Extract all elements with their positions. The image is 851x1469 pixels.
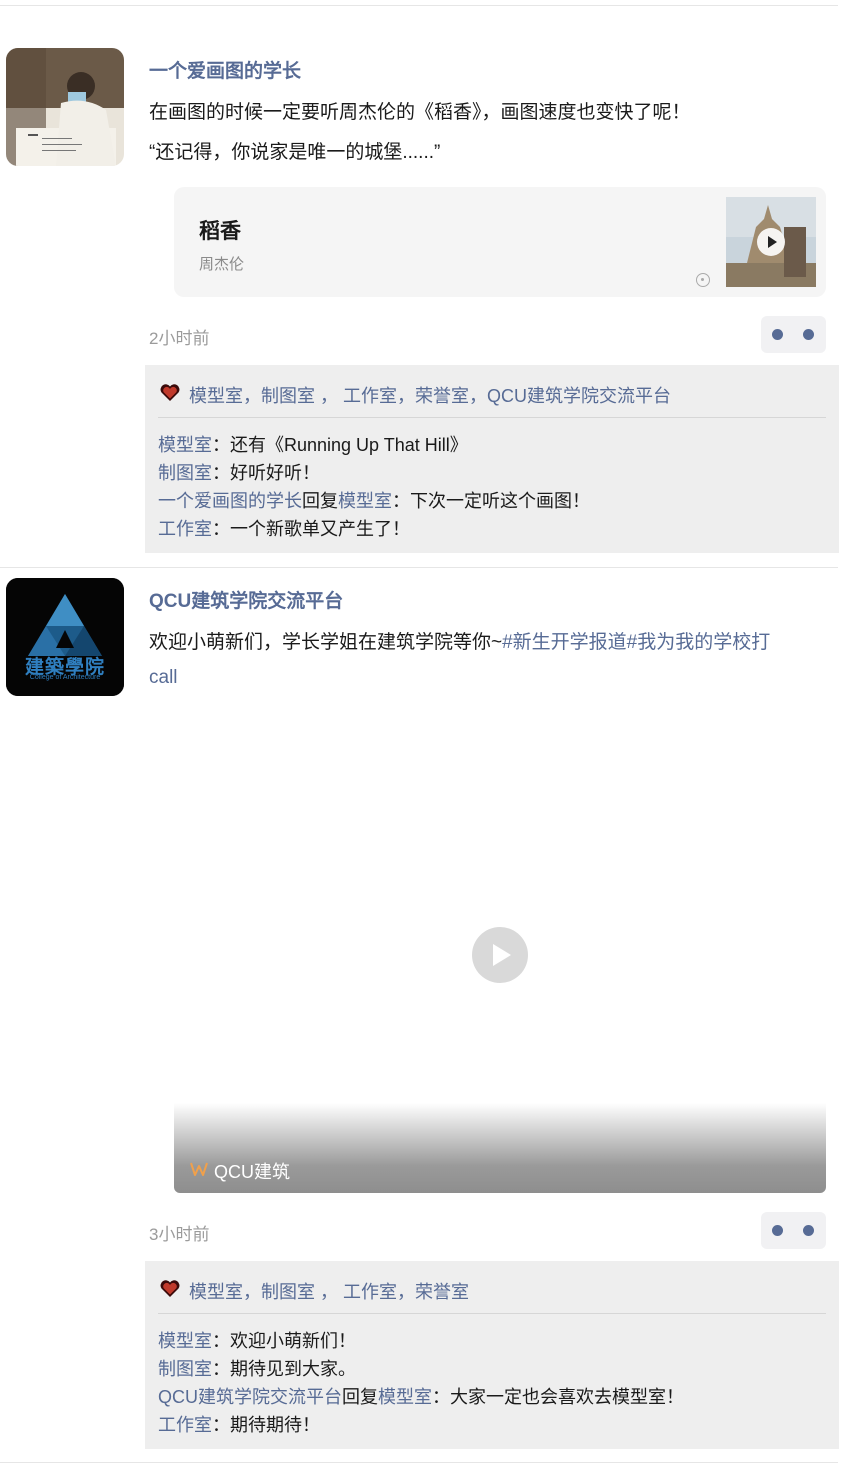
post-text-line: 欢迎小萌新们，学长学姐在建筑学院等你~#新生开学报道#我为我的学校打 — [149, 627, 770, 654]
author-avatar[interactable]: 建築學院 College of Architecture — [6, 578, 124, 696]
comment-item[interactable]: 制图室：好听好听！ — [158, 459, 320, 485]
top-divider — [0, 5, 838, 6]
author-name[interactable]: QCU建筑学院交流平台 — [149, 586, 343, 613]
post-divider — [0, 567, 838, 568]
reply-word: 回复 — [302, 491, 338, 511]
comment-text: ：还有《Running Up That Hill》 — [212, 435, 468, 455]
like-heart-icon — [160, 1280, 180, 1297]
avatar-photo — [6, 48, 124, 166]
post-time: 3小时前 — [149, 1225, 210, 1244]
likes-list[interactable]: 模型室，制图室 ， 工作室，荣誉室 — [189, 1278, 469, 1304]
video-channel-icon — [190, 1162, 208, 1176]
reply-word: 回复 — [342, 1387, 378, 1407]
music-card[interactable]: 稻香 周杰伦 — [174, 187, 826, 297]
comment-item[interactable]: 工作室：期待期待！ — [158, 1411, 320, 1437]
comment-user[interactable]: 一个爱画图的学长 — [158, 491, 302, 511]
comment-user[interactable]: 工作室 — [158, 1415, 212, 1435]
likes-comments-box: 模型室，制图室 ， 工作室，荣誉室，QCU建筑学院交流平台 模型室：还有《Run… — [145, 365, 839, 553]
comment-text: ：一个新歌单又产生了！ — [212, 519, 410, 539]
video-card[interactable]: QCU建筑 — [174, 710, 826, 1193]
dot — [803, 329, 814, 340]
comment-text: ：期待见到大家。 — [212, 1359, 356, 1379]
more-dots-icon[interactable] — [761, 1212, 826, 1249]
comment-divider — [158, 1313, 826, 1314]
comment-item[interactable]: 模型室：还有《Running Up That Hill》 — [158, 431, 468, 457]
logo-subtext: College of Architecture — [29, 674, 101, 681]
dot — [772, 329, 783, 340]
bottom-divider — [0, 1462, 838, 1463]
reply-to-user[interactable]: 模型室 — [338, 491, 392, 511]
comment-text: ：大家一定也会喜欢去模型室！ — [432, 1387, 684, 1407]
comment-user[interactable]: 工作室 — [158, 519, 212, 539]
video-channel-name[interactable]: QCU建筑 — [214, 1158, 290, 1184]
reply-to-user[interactable]: 模型室 — [378, 1387, 432, 1407]
comment-item[interactable]: 模型室：欢迎小萌新们！ — [158, 1327, 356, 1353]
music-artist: 周杰伦 — [199, 256, 245, 273]
comment-user[interactable]: QCU建筑学院交流平台 — [158, 1387, 342, 1407]
music-cover — [726, 197, 816, 287]
more-dots-icon[interactable] — [761, 316, 826, 353]
comment-item[interactable]: 工作室：一个新歌单又产生了！ — [158, 515, 410, 541]
comment-text: ：期待期待！ — [212, 1415, 320, 1435]
comment-text: ：欢迎小萌新们！ — [212, 1331, 356, 1351]
post-text-line: “还记得，你说家是唯一的城堡......” — [149, 142, 441, 163]
topic-tags[interactable]: #新生开学报道#我为我的学校打 — [502, 632, 770, 653]
likes-comments-box: 模型室，制图室 ， 工作室，荣誉室 模型室：欢迎小萌新们！ 制图室：期待见到大家… — [145, 1261, 839, 1449]
dot — [772, 1225, 783, 1236]
post-text-line: 在画图的时候一定要听周杰伦的《稻香》，画图速度也变快了呢！ — [149, 102, 691, 123]
author-name[interactable]: 一个爱画图的学长 — [149, 56, 301, 83]
post-time: 2小时前 — [149, 329, 210, 348]
music-title: 稻香 — [199, 220, 241, 243]
topic-tag-continued[interactable]: call — [149, 667, 178, 689]
comment-item[interactable]: QCU建筑学院交流平台回复模型室：大家一定也会喜欢去模型室！ — [158, 1383, 684, 1409]
play-icon[interactable] — [757, 228, 785, 256]
like-heart-icon — [160, 384, 180, 401]
comment-text: ：下次一定听这个画图！ — [392, 491, 590, 511]
comment-item[interactable]: 制图室：期待见到大家。 — [158, 1355, 356, 1381]
music-note-icon — [696, 273, 710, 287]
play-icon[interactable] — [472, 927, 528, 983]
post-text: 欢迎小萌新们，学长学姐在建筑学院等你~ — [149, 632, 503, 653]
comment-item[interactable]: 一个爱画图的学长回复模型室：下次一定听这个画图！ — [158, 487, 590, 513]
dot — [803, 1225, 814, 1236]
author-avatar[interactable] — [6, 48, 124, 166]
comment-text: ：好听好听！ — [212, 463, 320, 483]
comment-user[interactable]: 模型室 — [158, 1331, 212, 1351]
comment-user[interactable]: 制图室 — [158, 1359, 212, 1379]
comment-divider — [158, 417, 826, 418]
comment-user[interactable]: 模型室 — [158, 435, 212, 455]
comment-user[interactable]: 制图室 — [158, 463, 212, 483]
likes-list[interactable]: 模型室，制图室 ， 工作室，荣誉室，QCU建筑学院交流平台 — [189, 382, 671, 408]
